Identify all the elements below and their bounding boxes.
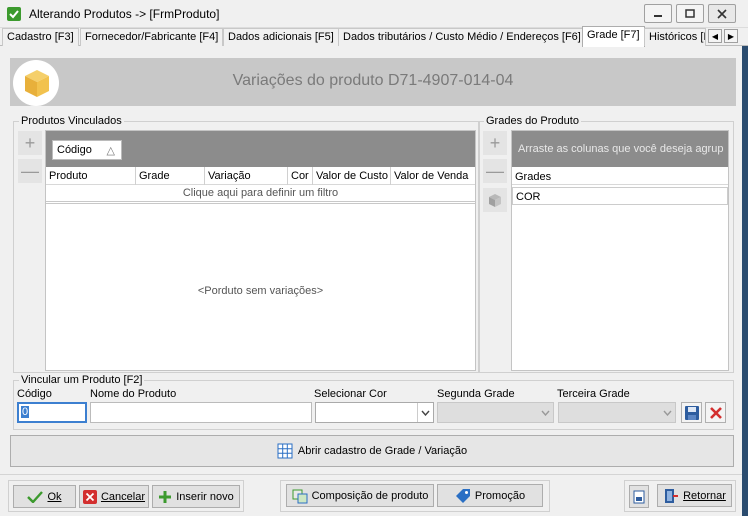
composition-icon xyxy=(292,489,308,503)
price-tag-icon xyxy=(455,488,470,503)
composicao-label: Composição de produto xyxy=(311,489,429,502)
grade-options-button[interactable] xyxy=(483,188,507,212)
minus-icon: — xyxy=(486,160,504,181)
product-grades-label: Grades do Produto xyxy=(484,115,581,127)
codigo-input[interactable]: 0 xyxy=(17,402,87,423)
col-grade[interactable]: Grade xyxy=(136,167,205,185)
open-grade-register-button[interactable]: Abrir cadastro de Grade / Variação xyxy=(10,435,734,467)
empty-grid-text: <Porduto sem variações> xyxy=(197,285,324,297)
selecionar-cor-label: Selecionar Cor xyxy=(314,388,387,400)
ok-button[interactable]: Ok xyxy=(13,485,76,508)
codigo-label: Código xyxy=(17,388,52,400)
maximize-icon xyxy=(685,9,695,18)
chevron-down-icon xyxy=(417,403,433,422)
grid-icon xyxy=(277,443,293,459)
add-linked-button[interactable]: + xyxy=(18,131,42,155)
delete-x-icon xyxy=(709,406,722,419)
tab-cadastro[interactable]: Cadastro [F3] xyxy=(2,28,79,46)
close-icon xyxy=(717,8,727,19)
sort-icon: △ xyxy=(106,145,115,157)
add-grade-button[interactable]: + xyxy=(483,131,507,155)
banner-title: Variações do produto D71-4907-014-04 xyxy=(232,72,514,89)
document-icon xyxy=(633,490,645,503)
link-product-label: Vincular um Produto [F2] xyxy=(19,374,145,386)
col-cor[interactable]: Cor xyxy=(288,167,313,185)
segunda-grade-label: Segunda Grade xyxy=(437,388,515,400)
group-by-chip[interactable]: Código △ xyxy=(52,140,122,160)
plus-icon xyxy=(159,490,172,503)
tab-grade[interactable]: Grade [F7] xyxy=(582,26,645,47)
tab-dados-adicionais[interactable]: Dados adicionais [F5] xyxy=(223,28,339,46)
close-button[interactable] xyxy=(708,4,736,23)
codigo-value: 0 xyxy=(21,406,30,418)
print-button[interactable] xyxy=(629,485,649,508)
tab-dados-tributarios[interactable]: Dados tributários / Custo Médio / Endere… xyxy=(338,28,586,46)
app-icon xyxy=(6,6,22,22)
tab-scroll-right[interactable]: ▶ xyxy=(724,29,738,43)
nome-produto-label: Nome do Produto xyxy=(90,388,177,400)
terceira-grade-label: Terceira Grade xyxy=(557,388,630,400)
minimize-button[interactable] xyxy=(644,4,672,23)
cancelar-label: Cancelar xyxy=(100,490,146,503)
retornar-button[interactable]: Retornar xyxy=(657,484,732,507)
chevron-down-icon xyxy=(537,403,553,422)
cancel-icon xyxy=(82,489,97,504)
minus-icon: — xyxy=(21,160,39,181)
window-title: Alterando Produtos -> [FrmProduto] xyxy=(29,7,220,21)
linked-products-grid: Código △ Produto Grade Variação Cor Valo… xyxy=(45,130,476,371)
filter-row[interactable]: Clique aqui para definir um filtro xyxy=(46,187,475,204)
col-valor-venda[interactable]: Valor de Venda xyxy=(391,167,475,185)
open-grade-register-label: Abrir cadastro de Grade / Variação xyxy=(297,445,468,457)
col-produto[interactable]: Produto xyxy=(46,167,136,185)
tab-fornecedor[interactable]: Fornecedor/Fabricante [F4] xyxy=(80,28,224,46)
ok-label: Ok xyxy=(47,490,62,503)
retornar-label: Retornar xyxy=(683,489,726,502)
terceira-grade-select[interactable] xyxy=(558,402,676,423)
tab-strip: Cadastro [F3] Fornecedor/Fabricante [F4]… xyxy=(0,26,748,47)
tab-historicos[interactable]: Históricos [I xyxy=(644,28,706,46)
floppy-disk-icon xyxy=(684,405,699,420)
nome-produto-input[interactable] xyxy=(90,402,312,423)
chevron-down-icon xyxy=(659,403,675,422)
plus-icon: + xyxy=(24,132,36,153)
maximize-button[interactable] xyxy=(676,4,704,23)
grade-row[interactable]: COR xyxy=(512,187,728,205)
arrow-right-icon: ▶ xyxy=(727,31,735,41)
col-variacao[interactable]: Variação xyxy=(205,167,288,185)
group-by-chip-label: Código xyxy=(57,144,92,156)
window-edge xyxy=(742,46,748,516)
grades-group-hint: Arraste as colunas que você deseja agrup xyxy=(518,143,724,155)
grades-column-header[interactable]: Grades xyxy=(512,167,728,185)
remove-linked-button[interactable]: — xyxy=(18,159,42,183)
col-valor-custo[interactable]: Valor de Custo xyxy=(313,167,391,185)
save-link-button[interactable] xyxy=(681,402,702,423)
composicao-button[interactable]: Composição de produto xyxy=(286,484,434,507)
footer-divider xyxy=(0,474,742,475)
cancel-link-button[interactable] xyxy=(705,402,726,423)
minimize-icon xyxy=(654,14,662,17)
remove-grade-button[interactable]: — xyxy=(483,159,507,183)
product-grades-grid: Arraste as colunas que você deseja agrup… xyxy=(511,130,729,371)
cancelar-button[interactable]: Cancelar xyxy=(79,485,149,508)
column-header-row: Produto Grade Variação Cor Valor de Cust… xyxy=(46,167,475,185)
inserir-novo-label: Inserir novo xyxy=(176,490,234,503)
segunda-grade-select[interactable] xyxy=(437,402,554,423)
exit-door-icon xyxy=(665,488,679,503)
promocao-button[interactable]: Promoção xyxy=(437,484,543,507)
arrow-left-icon: ◀ xyxy=(711,31,719,41)
promocao-label: Promoção xyxy=(474,489,526,502)
selecionar-cor-select[interactable] xyxy=(315,402,434,423)
plus-icon: + xyxy=(489,132,501,153)
check-icon xyxy=(27,490,44,503)
linked-products-label: Produtos Vinculados xyxy=(19,115,124,127)
cube-icon xyxy=(489,194,501,207)
tab-scroll-left[interactable]: ◀ xyxy=(708,29,722,43)
inserir-novo-button[interactable]: Inserir novo xyxy=(152,485,240,508)
